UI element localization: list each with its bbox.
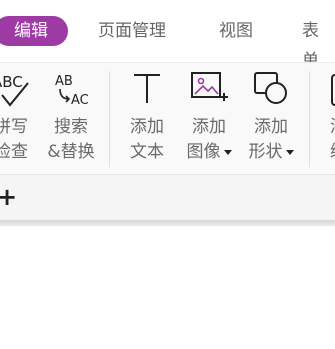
add-image-button[interactable]: 添加 图像 [178, 63, 240, 175]
document-canvas[interactable] [0, 226, 335, 349]
spellcheck-icon: ABC [0, 73, 29, 107]
document-tab-strip: + [0, 174, 335, 221]
ribbon-tab-bar: 编辑 页面管理 视图 表单 [0, 0, 335, 71]
tab-page-management[interactable]: 页面管理 [98, 16, 166, 46]
svg-text:ABC: ABC [0, 73, 23, 91]
add-shape-button[interactable]: 添加 形状 [240, 63, 302, 175]
add-shape-icon [254, 72, 287, 104]
spell-check-label: 拼写 检查 [0, 117, 28, 162]
spell-check-button[interactable]: ABC 拼写检查 [0, 63, 42, 175]
svg-text:AC: AC [71, 93, 89, 108]
tab-edit[interactable]: 编辑 [0, 16, 68, 46]
svg-text:AB: AB [55, 74, 73, 89]
toolbar-divider [109, 71, 110, 167]
toolbar-divider [309, 71, 310, 167]
edit-tool-button-partial[interactable]: 添编 [312, 63, 335, 175]
document-icon [331, 74, 335, 106]
tab-view[interactable]: 视图 [219, 16, 253, 46]
add-text-label: 添加 文本 [130, 117, 164, 162]
add-text-button[interactable]: 添加 文本 [116, 63, 178, 175]
chevron-down-icon [285, 149, 294, 155]
add-image-icon [191, 72, 228, 101]
search-replace-button[interactable]: AB AC 搜索 &替换 [40, 63, 102, 175]
search-replace-icon: AB AC [55, 74, 89, 108]
edit-tool-label-partial: 添编 [330, 115, 335, 165]
add-image-label: 添加 图像 [178, 115, 240, 165]
text-icon [134, 74, 160, 103]
tab-form[interactable]: 表单 [302, 16, 335, 71]
search-replace-label: 搜索 &替换 [47, 117, 95, 162]
add-shape-label: 添加 形状 [240, 115, 302, 165]
chevron-down-icon [223, 149, 232, 155]
edit-ribbon-toolbar: ABC 拼写检查 AB AC 搜索&替换 添加文本 [0, 62, 335, 175]
add-tab-icon[interactable]: + [0, 183, 17, 211]
